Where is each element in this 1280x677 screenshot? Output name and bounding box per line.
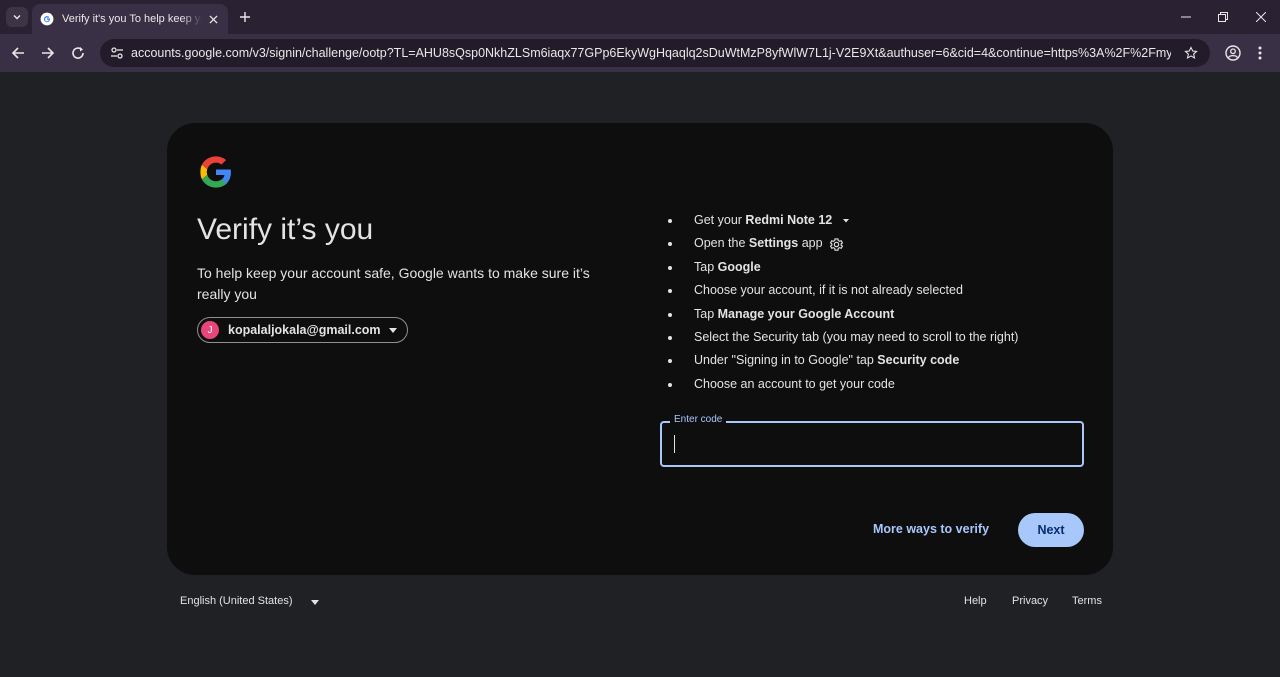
language-selector[interactable]: English (United States) [180,595,293,607]
chevron-down-icon [13,15,21,20]
close-window-button[interactable] [1252,8,1270,26]
google-favicon-icon [40,12,54,26]
more-ways-to-verify-button[interactable]: More ways to verify [873,522,989,536]
back-button[interactable] [8,43,28,63]
instruction-step: Under "Signing in to Google" tap Securit… [665,349,1018,372]
device-name[interactable]: Redmi Note 12 [745,213,832,227]
verify-card: Verify it’s you To help keep your accoun… [167,123,1113,575]
address-bar[interactable]: accounts.google.com/v3/signin/challenge/… [100,39,1210,67]
browser-toolbar: accounts.google.com/v3/signin/challenge/… [0,34,1280,72]
reload-button[interactable] [68,43,88,63]
url-text: accounts.google.com/v3/signin/challenge/… [131,46,1171,60]
help-link[interactable]: Help [964,595,987,607]
google-logo-icon [200,156,231,188]
profile-button[interactable] [1223,43,1243,63]
site-info-icon[interactable] [108,44,126,62]
plus-icon [240,12,250,22]
instruction-step: Choose your account, if it is not alread… [665,279,1018,302]
account-email: kopalaljokala@gmail.com [228,323,381,337]
arrow-right-icon [42,47,55,59]
account-chooser-chip[interactable]: J kopalaljokala@gmail.com [197,317,408,343]
gear-icon [829,237,844,251]
instruction-list: Get your Redmi Note 12 Open the Settings… [665,209,1018,396]
new-tab-button[interactable] [236,8,254,26]
caret-down-icon[interactable] [839,217,853,225]
instruction-step: Choose an account to get your code [665,373,1018,396]
tab-search-button[interactable] [6,7,28,27]
next-button[interactable]: Next [1018,513,1084,547]
instruction-step: Get your Redmi Note 12 [665,209,1018,232]
restore-icon [1218,12,1228,22]
instruction-step: Open the Settings app [665,232,1018,255]
page-subtitle: To help keep your account safe, Google w… [197,265,590,302]
privacy-link[interactable]: Privacy [1012,595,1048,607]
page-title: Verify it’s you [197,213,374,246]
terms-link[interactable]: Terms [1072,595,1102,607]
browser-menu-button[interactable] [1252,43,1268,63]
reload-icon [72,47,84,59]
tab-title: Verify it's you To help keep your accoun… [62,13,202,25]
instruction-step: Tap Google [665,256,1018,279]
more-vertical-icon [1258,46,1262,60]
instruction-step: Select the Security tab (you may need to… [665,326,1018,349]
arrow-left-icon [11,47,24,59]
instruction-step: Tap Manage your Google Account [665,303,1018,326]
minimize-button[interactable] [1177,8,1195,26]
forward-button[interactable] [38,43,58,63]
browser-tab-bar: Verify it's you To help keep your accoun… [0,0,1280,34]
close-icon [1256,12,1266,22]
enter-code-label: Enter code [670,414,727,425]
bookmark-star-icon[interactable] [1182,44,1200,62]
restore-button[interactable] [1214,8,1232,26]
minimize-icon [1181,16,1191,18]
tab-close-icon[interactable] [206,12,220,26]
caret-down-icon [388,326,397,334]
enter-code-field[interactable]: Enter code [660,414,1084,467]
browser-tab[interactable]: Verify it's you To help keep your accoun… [32,4,228,34]
avatar: J [201,321,219,339]
caret-down-icon[interactable] [311,598,319,606]
profile-icon [1225,45,1241,61]
text-cursor [674,435,675,453]
